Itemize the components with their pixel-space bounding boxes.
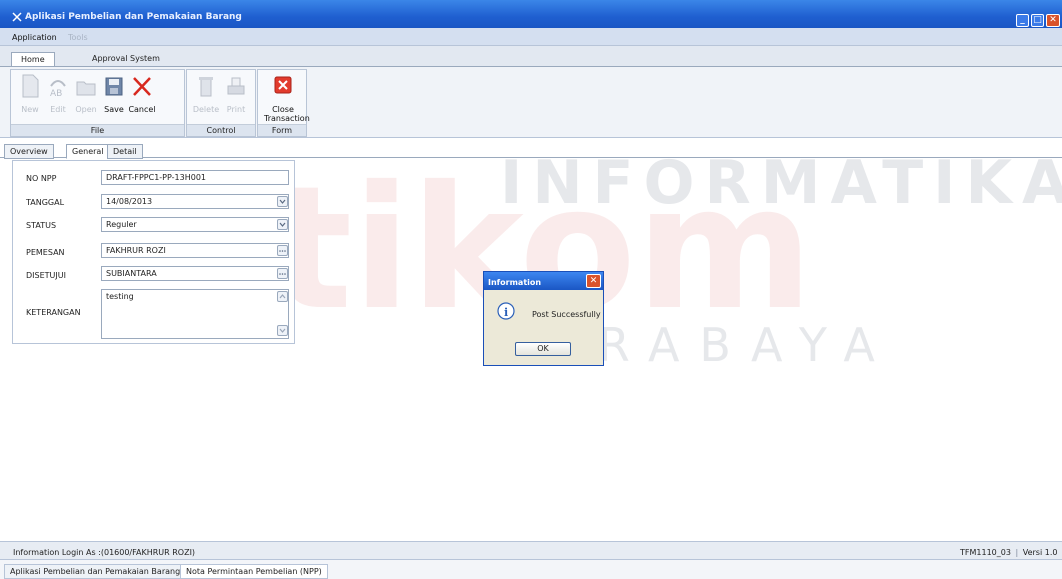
chevron-down-icon [279, 222, 286, 227]
window-titlebar: Aplikasi Pembelian dan Pemakaian Barang … [0, 0, 1062, 28]
document-tab-bar: Aplikasi Pembelian dan Pemakaian Barang … [0, 560, 1062, 579]
dialog-close-button[interactable]: ✕ [586, 274, 601, 288]
status-select[interactable]: Reguler [101, 217, 289, 232]
menu-application[interactable]: Application [12, 33, 57, 42]
close-transaction-button[interactable]: Close Transaction [264, 72, 310, 123]
pemesan-field[interactable]: FAKHRUR ROZI [101, 243, 289, 258]
information-dialog: Information ✕ i Post Successfully OK [483, 271, 604, 366]
dialog-message: Post Successfully [532, 310, 601, 319]
ellipsis-icon [279, 273, 286, 275]
svg-text:AB: AB [50, 89, 62, 98]
disetujui-label: DISETUJUI [26, 271, 66, 280]
status-value: Reguler [106, 220, 137, 229]
ribbon-group-control-label: Control [187, 124, 255, 136]
edit-text-icon: AB [50, 80, 66, 98]
disetujui-field[interactable]: SUBIANTARA [101, 266, 289, 281]
minimize-button[interactable]: _ [1016, 14, 1029, 27]
ribbon-tab-approval-system[interactable]: Approval System [83, 52, 169, 67]
no-npp-field[interactable]: DRAFT-FPPC1-PP-13H001 [101, 170, 289, 185]
status-bar: Information Login As :(01600/FAKHRUR ROZ… [0, 541, 1062, 560]
form-code: TFM1110_03 [960, 548, 1011, 557]
keterangan-label: KETERANGAN [26, 308, 81, 317]
pemesan-label: PEMESAN [26, 248, 65, 257]
status-dropdown-button[interactable] [277, 219, 288, 230]
keterangan-textarea[interactable]: testing [101, 289, 289, 339]
dialog-title: Information [488, 278, 542, 287]
tab-general[interactable]: General [66, 144, 110, 159]
open-folder-icon [76, 81, 96, 96]
save-button[interactable]: Save [101, 72, 127, 122]
form-version-info: TFM1110_03 | Versi 1.0 [960, 548, 1057, 557]
chevron-down-icon [279, 328, 286, 333]
window-title: Aplikasi Pembelian dan Pemakaian Barang [25, 12, 242, 22]
edit-button[interactable]: AB Edit [45, 72, 71, 122]
pemesan-value: FAKHRUR ROZI [106, 246, 166, 255]
scroll-up-button[interactable] [277, 291, 288, 302]
delete-button[interactable]: Delete [193, 72, 219, 122]
status-label: STATUS [26, 221, 57, 230]
information-icon: i [497, 302, 515, 320]
new-document-icon [22, 74, 39, 98]
ok-button[interactable]: OK [515, 342, 571, 356]
open-button[interactable]: Open [73, 72, 99, 122]
ribbon: New AB Edit Open Save Cancel File Delete… [0, 66, 1062, 138]
status-separator: | [1015, 548, 1019, 557]
tanggal-label: TANGGAL [26, 198, 65, 207]
ribbon-group-control: Delete Print Control [186, 69, 256, 137]
ribbon-tab-home[interactable]: Home [11, 52, 55, 67]
ribbon-group-file-label: File [11, 124, 184, 136]
chevron-down-icon [279, 199, 286, 204]
pemesan-lookup-button[interactable] [277, 245, 288, 256]
close-form-icon [274, 76, 292, 94]
chevron-up-icon [279, 294, 286, 299]
print-button[interactable]: Print [223, 72, 249, 122]
printer-icon [227, 77, 245, 95]
dialog-titlebar: Information ✕ [484, 272, 603, 290]
menu-tools[interactable]: Tools [68, 33, 88, 42]
cancel-button-label: Cancel [128, 105, 156, 114]
close-transaction-label: Close Transaction [264, 105, 310, 123]
cancel-button[interactable]: Cancel [128, 72, 156, 122]
login-info-text: Information Login As :(01600/FAKHRUR ROZ… [13, 548, 196, 557]
content-tab-bar: Overview General Detail [0, 141, 1062, 159]
ribbon-group-file: New AB Edit Open Save Cancel File [10, 69, 185, 137]
app-icon [12, 12, 22, 22]
ribbon-group-form-label: Form [258, 124, 306, 136]
ribbon-tab-bar: Home Approval System [0, 46, 1062, 67]
tanggal-dropdown-button[interactable] [277, 196, 288, 207]
keterangan-value: testing [106, 292, 134, 301]
trash-icon [199, 77, 213, 97]
doc-tab-main-app[interactable]: Aplikasi Pembelian dan Pemakaian Barang [4, 564, 187, 579]
tanggal-value: 14/08/2013 [106, 197, 153, 206]
tab-detail[interactable]: Detail [107, 144, 143, 159]
tab-overview[interactable]: Overview [4, 144, 54, 159]
scroll-down-button[interactable] [277, 325, 288, 336]
maximize-button[interactable]: □ [1031, 14, 1044, 27]
red-x-icon [133, 77, 151, 96]
svg-text:i: i [504, 306, 508, 319]
doc-tab-npp[interactable]: Nota Permintaan Pembelian (NPP) [180, 564, 328, 579]
ellipsis-icon [279, 250, 286, 252]
no-npp-label: NO NPP [26, 174, 57, 183]
new-button[interactable]: New [17, 72, 43, 122]
disetujui-lookup-button[interactable] [277, 268, 288, 279]
version-text: Versi 1.0 [1022, 548, 1058, 557]
disetujui-value: SUBIANTARA [106, 269, 157, 278]
general-form-panel: NO NPP DRAFT-FPPC1-PP-13H001 TANGGAL 14/… [12, 160, 295, 344]
ribbon-group-form: Close Transaction Form [257, 69, 310, 137]
window-close-button[interactable]: ✕ [1046, 14, 1060, 27]
menu-bar: Application Tools [0, 28, 1062, 46]
print-button-label: Print [226, 105, 246, 114]
tanggal-date-field[interactable]: 14/08/2013 [101, 194, 289, 209]
floppy-disk-icon [105, 77, 123, 96]
